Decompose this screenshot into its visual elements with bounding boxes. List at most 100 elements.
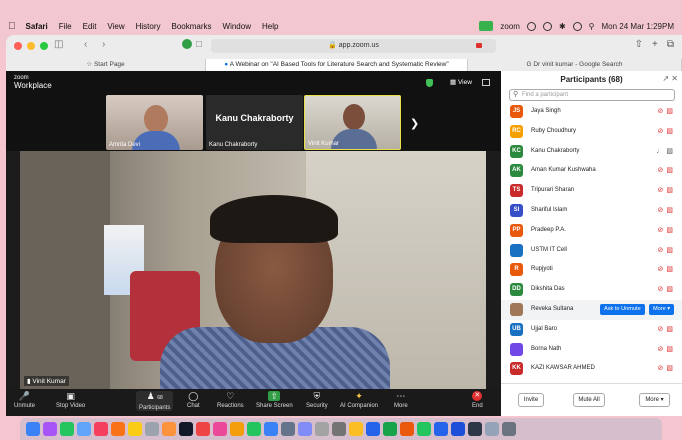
dock-app-icon[interactable] [468, 422, 482, 436]
participant-row[interactable]: UB Ujjal Baro ⊘▧ [501, 320, 682, 340]
ask-to-unmute-button[interactable]: Ask to Unmute [600, 304, 645, 315]
stop-video-button[interactable]: ▣ Stop Video [56, 391, 85, 409]
minimize-window-icon[interactable] [27, 42, 35, 50]
tab-overview-icon[interactable]: ⧉ [667, 39, 674, 50]
more-button[interactable]: ⋯ More [394, 391, 408, 409]
mute-all-button[interactable]: Mute All [573, 393, 605, 407]
search-icon[interactable]: ⚲ [589, 22, 595, 31]
dock-app-icon[interactable] [128, 422, 142, 436]
dock-app-icon[interactable] [196, 422, 210, 436]
dock-app-icon[interactable] [94, 422, 108, 436]
thumbnail-video[interactable]: Amrita Devi [106, 95, 203, 150]
dock-app-icon[interactable] [315, 422, 329, 436]
back-icon[interactable]: ‹ [84, 39, 87, 50]
dock-app-icon[interactable] [349, 422, 363, 436]
menu-bookmarks[interactable]: Bookmarks [172, 22, 212, 31]
dock-app-icon[interactable] [434, 422, 448, 436]
participant-search-input[interactable]: ⚲ Find a participant [509, 89, 675, 101]
bluetooth-icon[interactable]: ✱ [559, 22, 566, 31]
ai-companion-button[interactable]: ✦ AI Companion [340, 391, 378, 409]
participants-button[interactable]: ♟ 68 Participants [136, 391, 174, 411]
dock-app-icon[interactable] [485, 422, 499, 436]
tab-webinar[interactable]: ● A Webinar on "AI Based Tools for Liter… [206, 59, 468, 71]
tab-start-page[interactable]: ☆ Start Page [6, 59, 206, 71]
sidebar-toggle-icon[interactable]: ◫ [54, 39, 63, 50]
participant-list[interactable]: JS Jaya Singh ⊘▧ RC Ruby Choudhury ⊘▧ KC Kanu C… [501, 102, 682, 383]
dock-app-icon[interactable] [502, 422, 516, 436]
tab-google-search[interactable]: G Dr vinit kumar - Google Search [468, 59, 682, 71]
participant-row[interactable]: R Rupjyoti ⊘▧ [501, 260, 682, 280]
thumbnail-video-active-speaker[interactable]: Vinit Kumar [304, 95, 401, 150]
participant-row[interactable]: USTM IT Cell ⊘▧ [501, 241, 682, 261]
participant-row[interactable]: SI Shariful Islam ⊘▧ [501, 201, 682, 221]
main-speaker-video[interactable]: ▮ Vinit Kumar [20, 151, 486, 389]
menu-view[interactable]: View [107, 22, 124, 31]
apple-icon[interactable]:  [8, 21, 16, 32]
zoom-status-icon[interactable] [479, 21, 494, 31]
share-screen-button[interactable]: ⇧ Share Screen [256, 391, 293, 409]
control-center-icon[interactable] [572, 21, 582, 31]
dock-app-icon[interactable] [26, 422, 40, 436]
participant-row[interactable]: Reveka Sultana Ask to Unmute More ▾ [501, 300, 682, 320]
chevron-right-icon[interactable]: ❯ [410, 117, 419, 130]
dock-app-icon[interactable] [400, 422, 414, 436]
thumbnail-video[interactable]: Kanu Chakraborty Kanu Chakraborty [206, 95, 303, 150]
status-icon[interactable] [526, 21, 536, 31]
encryption-shield-icon[interactable] [426, 79, 433, 87]
dock-app-icon[interactable] [230, 422, 244, 436]
dock-app-icon[interactable] [60, 422, 74, 436]
close-window-icon[interactable] [14, 42, 22, 50]
dock-app-icon[interactable] [264, 422, 278, 436]
participant-row[interactable]: TS Tripurari Sharan ⊘▧ [501, 181, 682, 201]
dock-app-icon[interactable] [417, 422, 431, 436]
reactions-button[interactable]: ♡ Reactions [217, 391, 244, 409]
participant-row[interactable]: JS Jaya Singh ⊘▧ [501, 102, 682, 122]
menu-app-name[interactable]: Safari [26, 22, 48, 31]
menu-history[interactable]: History [136, 22, 161, 31]
dock-app-icon[interactable] [366, 422, 380, 436]
share-icon[interactable]: ⇧ [635, 39, 643, 50]
participant-row[interactable]: PP Pradeep P.A. ⊘▧ [501, 221, 682, 241]
participant-more-button[interactable]: More ▾ [649, 304, 675, 315]
participant-row[interactable]: AK Aman Kumar Kushwaha ⊘▧ [501, 161, 682, 181]
end-meeting-button[interactable]: ✕ End [472, 391, 483, 409]
datetime[interactable]: Mon 24 Mar 1:29PM [602, 22, 674, 31]
participant-row[interactable]: KC Kanu Chakraborty ♩▧ [501, 142, 682, 162]
dock-app-icon[interactable] [298, 422, 312, 436]
participant-row[interactable]: Borna Nath ⊘▧ [501, 340, 682, 360]
invite-button[interactable]: Invite [518, 393, 544, 407]
popout-icon[interactable]: ↗ [662, 74, 669, 83]
extension-icon[interactable] [182, 39, 192, 49]
dock-app-icon[interactable] [281, 422, 295, 436]
status-icon[interactable] [542, 21, 552, 31]
dock-app-icon[interactable] [332, 422, 346, 436]
participant-row[interactable]: RC Ruby Choudhury ⊘▧ [501, 122, 682, 142]
dock-app-icon[interactable] [383, 422, 397, 436]
participant-row[interactable]: DD Dikshita Das ⊘▧ [501, 280, 682, 300]
new-tab-icon[interactable]: + [652, 39, 658, 50]
dock-app-icon[interactable] [179, 422, 193, 436]
menu-file[interactable]: File [59, 22, 72, 31]
dock-app-icon[interactable] [213, 422, 227, 436]
dock-app-icon[interactable] [111, 422, 125, 436]
dock-app-icon[interactable] [43, 422, 57, 436]
address-bar[interactable]: 🔒 app.zoom.us [211, 39, 496, 53]
dock-app-icon[interactable] [451, 422, 465, 436]
menu-help[interactable]: Help [262, 22, 278, 31]
forward-icon[interactable]: › [102, 39, 105, 50]
zoom-window-icon[interactable] [40, 42, 48, 50]
view-button[interactable]: ▦ View [450, 78, 472, 86]
unmute-button[interactable]: 🎤 Unmute [14, 391, 35, 409]
panel-more-button[interactable]: More ▾ [639, 393, 670, 407]
menu-edit[interactable]: Edit [83, 22, 97, 31]
security-button[interactable]: ⛨ Security [306, 391, 328, 409]
fullscreen-icon[interactable] [482, 79, 490, 86]
dock-app-icon[interactable] [162, 422, 176, 436]
dock-app-icon[interactable] [247, 422, 261, 436]
chat-button[interactable]: ◯ Chat [187, 391, 200, 409]
dock-app-icon[interactable] [145, 422, 159, 436]
dock-app-icon[interactable] [77, 422, 91, 436]
close-icon[interactable]: ✕ [671, 74, 678, 83]
participant-row[interactable]: KK KAZI KAWSAR AHMED ⊘▧ [501, 359, 682, 379]
menu-window[interactable]: Window [223, 22, 251, 31]
